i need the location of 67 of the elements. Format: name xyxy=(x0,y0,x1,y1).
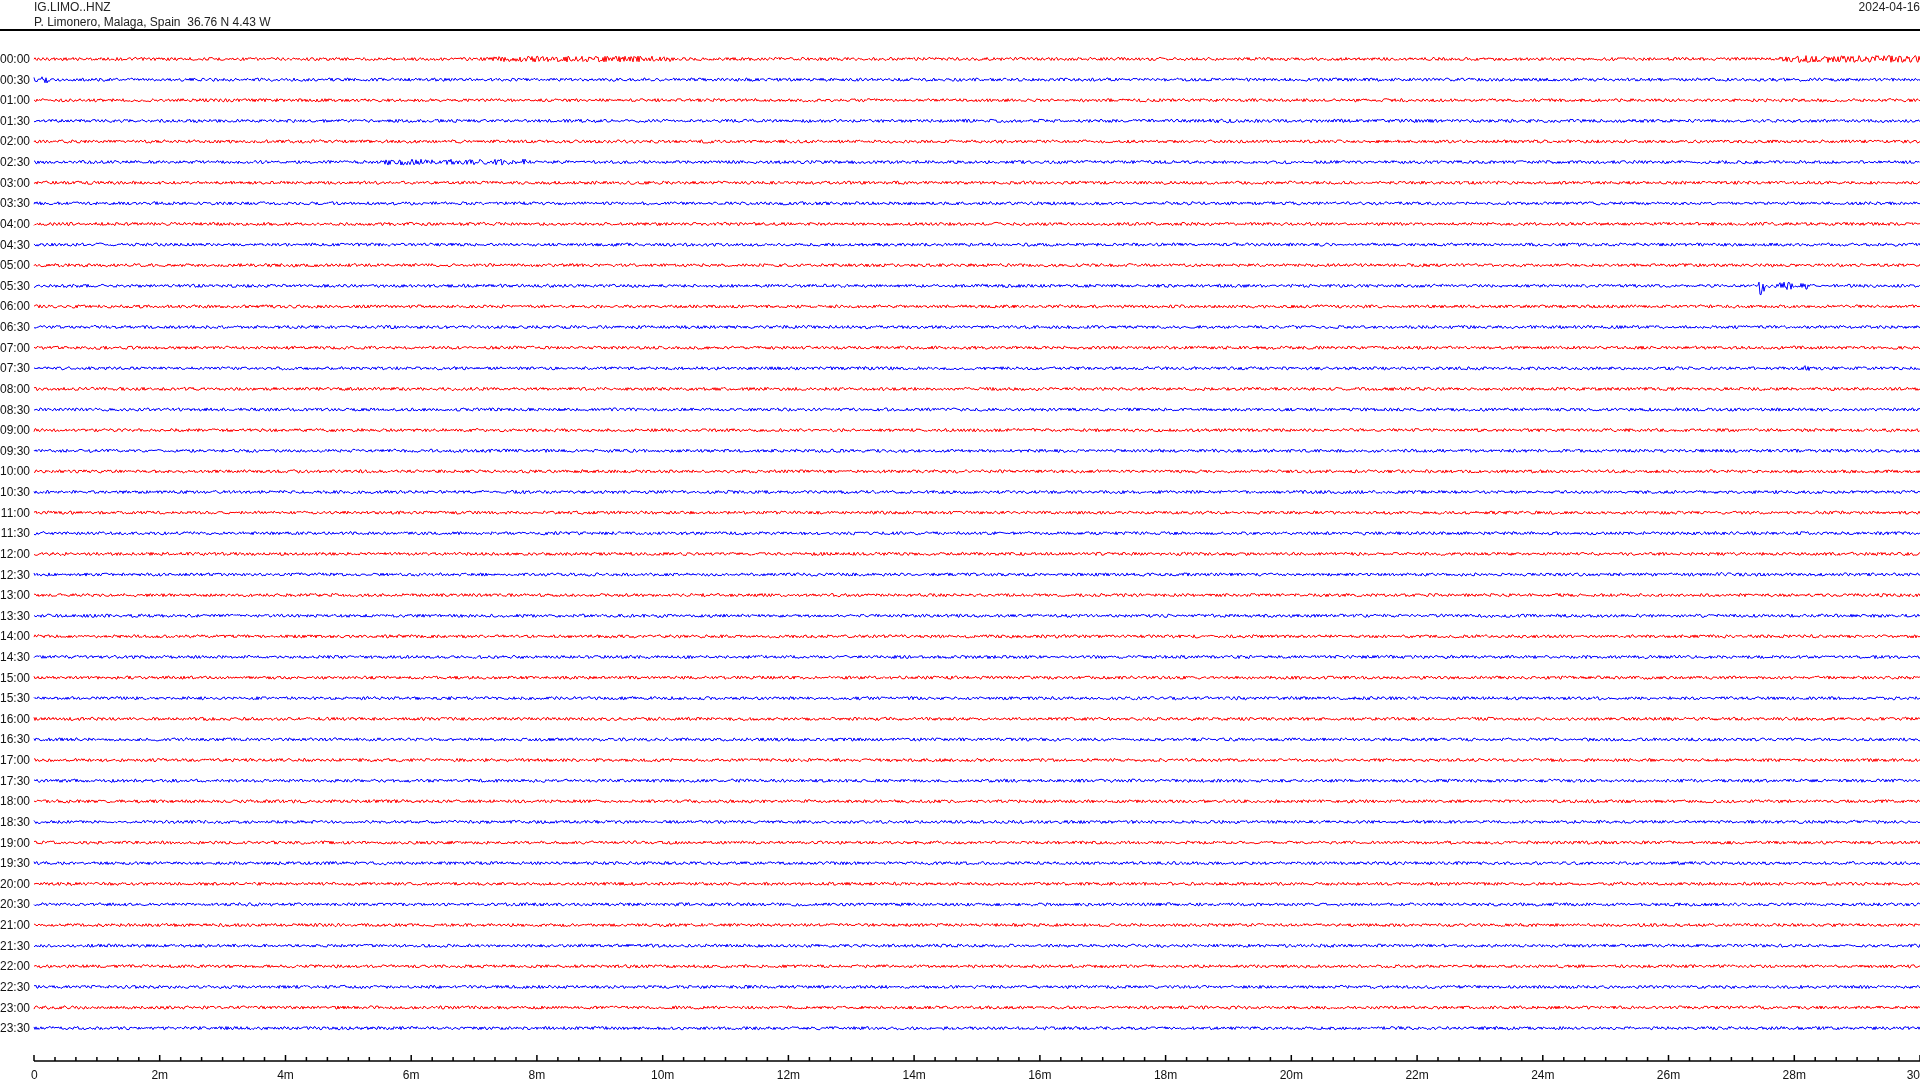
axis-tick-label: 14m xyxy=(902,1068,926,1079)
row-time-label: 03:00 xyxy=(0,175,30,190)
row-time-label: 22:30 xyxy=(0,979,30,994)
row-time-label: 17:30 xyxy=(0,773,30,788)
axis-tick-label: 4m xyxy=(277,1068,294,1079)
row-time-label: 01:30 xyxy=(0,113,30,128)
axis-tick-label: 10m xyxy=(651,1068,675,1079)
row-time-label: 18:00 xyxy=(0,794,30,809)
axis-tick-label: 2m xyxy=(151,1068,169,1079)
row-time-label: 14:30 xyxy=(0,650,30,664)
axis-tick-label: 18m xyxy=(1153,1068,1178,1079)
row-time-label: 12:30 xyxy=(0,567,30,582)
row-time-label: 12:00 xyxy=(0,546,30,561)
axis-tick-label: 12m xyxy=(776,1068,801,1079)
row-time-label: 05:30 xyxy=(0,278,30,293)
row-time-label: 13:30 xyxy=(0,608,30,623)
row-time-label: 07:00 xyxy=(0,340,30,355)
row-time-label: 00:30 xyxy=(0,72,30,87)
row-time-label: 11:00 xyxy=(0,505,30,520)
axis-tick-label: 28m xyxy=(1782,1068,1806,1079)
row-time-label: 02:30 xyxy=(0,155,30,170)
row-time-label: 16:30 xyxy=(0,732,30,747)
row-time-label: 22:00 xyxy=(0,959,30,974)
row-time-label: 02:00 xyxy=(0,134,30,149)
axis-tick-label: 24m xyxy=(1531,1068,1555,1079)
axis-tick-label: 30 xyxy=(1906,1068,1920,1079)
axis-tick-label: 26m xyxy=(1656,1068,1681,1079)
row-time-label: 20:30 xyxy=(0,897,30,912)
station-code: IG.LIMO..HNZ xyxy=(34,0,111,14)
row-time-label: 08:00 xyxy=(0,381,30,396)
row-time-label: 14:00 xyxy=(0,629,30,644)
row-time-label: 10:00 xyxy=(0,464,30,479)
axis-tick-label: 0 xyxy=(31,1068,38,1079)
row-time-label: 07:30 xyxy=(0,361,30,376)
axis-tick-label: 16m xyxy=(1028,1068,1052,1079)
row-time-label: 21:00 xyxy=(0,918,30,933)
row-time-label: 09:00 xyxy=(0,423,30,438)
row-time-label: 15:00 xyxy=(0,670,30,685)
station-location: P. Limonero, Malaga, Spain 36.76 N 4.43 W xyxy=(34,15,271,29)
date-label: 2024-04-16 xyxy=(1858,0,1920,14)
row-time-label: 04:30 xyxy=(0,237,30,252)
axis-tick-label: 8m xyxy=(528,1068,546,1079)
axis-tick-label: 22m xyxy=(1405,1068,1429,1079)
row-time-label: 20:00 xyxy=(0,876,30,891)
row-time-label: 21:30 xyxy=(0,938,30,953)
row-time-label: 16:00 xyxy=(0,711,30,726)
row-time-label: 11:30 xyxy=(0,526,30,541)
row-time-label: 08:30 xyxy=(0,402,30,417)
row-time-label: 19:30 xyxy=(0,856,30,871)
row-time-label: 15:30 xyxy=(0,691,30,706)
row-time-label: 03:30 xyxy=(0,196,30,211)
row-time-label: 05:00 xyxy=(0,258,30,273)
row-time-label: 06:30 xyxy=(0,320,30,335)
row-time-label: 04:00 xyxy=(0,216,30,231)
axis-tick-label: 20m xyxy=(1279,1068,1303,1079)
row-time-label: 10:30 xyxy=(0,485,30,499)
row-time-label: 23:00 xyxy=(0,1000,30,1015)
row-time-label: 00:00 xyxy=(0,52,30,66)
row-time-label: 01:00 xyxy=(0,93,30,108)
axis-tick-label: 6m xyxy=(402,1068,420,1079)
row-time-label: 09:30 xyxy=(0,443,30,458)
row-time-label: 13:00 xyxy=(0,588,30,603)
row-time-label: 19:00 xyxy=(0,835,30,850)
row-time-label: 06:00 xyxy=(0,299,30,314)
row-time-label: 17:00 xyxy=(0,753,30,768)
row-time-label: 23:30 xyxy=(0,1021,30,1036)
row-time-label: 18:30 xyxy=(0,814,30,829)
